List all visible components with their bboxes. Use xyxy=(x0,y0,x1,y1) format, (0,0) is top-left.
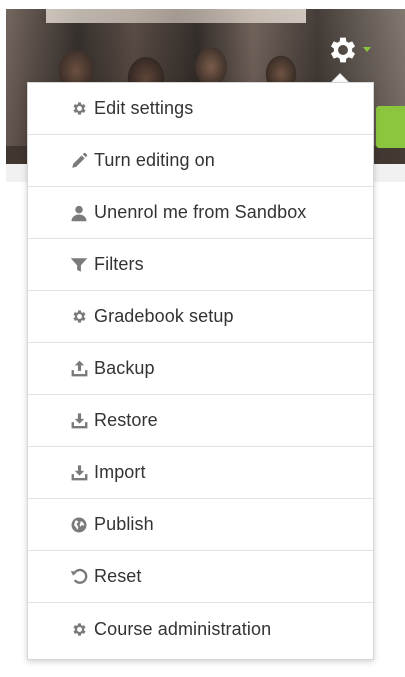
pencil-icon xyxy=(69,151,89,171)
menu-item-unenrol-me-from-sandbox[interactable]: Unenrol me from Sandbox xyxy=(28,187,373,239)
gear-icon xyxy=(69,307,89,327)
menu-item-backup[interactable]: Backup xyxy=(28,343,373,395)
menu-item-label: Gradebook setup xyxy=(94,306,234,326)
course-settings-menu-toggle[interactable] xyxy=(322,32,374,68)
menu-item-publish[interactable]: Publish xyxy=(28,499,373,551)
course-settings-dropdown: Edit settings Turn editing on Unenrol me f… xyxy=(27,82,374,660)
menu-item-reset[interactable]: Reset xyxy=(28,551,373,603)
gear-icon xyxy=(326,33,360,67)
download-icon xyxy=(69,463,89,483)
menu-item-label: Import xyxy=(94,462,146,482)
menu-item-filters[interactable]: Filters xyxy=(28,239,373,291)
menu-item-gradebook-setup[interactable]: Gradebook setup xyxy=(28,291,373,343)
menu-item-label: Course administration xyxy=(94,618,272,639)
menu-item-label: Filters xyxy=(94,254,144,274)
course-page: Edit settings Turn editing on Unenrol me f… xyxy=(0,0,405,677)
menu-item-label: Edit settings xyxy=(94,98,194,118)
upload-icon xyxy=(69,359,89,379)
filter-icon xyxy=(69,255,89,275)
download-icon xyxy=(69,411,89,431)
caret-down-icon xyxy=(362,47,371,53)
menu-pointer xyxy=(331,73,349,82)
menu-item-course-administration[interactable]: Course administration xyxy=(28,603,373,655)
user-icon xyxy=(69,203,89,223)
menu-item-edit-settings[interactable]: Edit settings xyxy=(28,83,373,135)
menu-item-label: Turn editing on xyxy=(94,150,215,170)
header-action-button[interactable] xyxy=(376,106,405,148)
menu-item-restore[interactable]: Restore xyxy=(28,395,373,447)
menu-list: Edit settings Turn editing on Unenrol me f… xyxy=(28,83,373,655)
menu-item-turn-editing-on[interactable]: Turn editing on xyxy=(28,135,373,187)
gear-icon xyxy=(69,99,89,119)
menu-item-label: Publish xyxy=(94,514,154,534)
menu-item-label: Backup xyxy=(94,358,155,378)
menu-item-label: Unenrol me from Sandbox xyxy=(94,202,307,222)
reset-icon xyxy=(69,567,89,587)
menu-item-label: Restore xyxy=(94,410,158,430)
menu-item-import[interactable]: Import xyxy=(28,447,373,499)
gear-icon xyxy=(69,619,89,639)
menu-item-label: Reset xyxy=(94,566,142,586)
globe-icon xyxy=(69,515,89,535)
